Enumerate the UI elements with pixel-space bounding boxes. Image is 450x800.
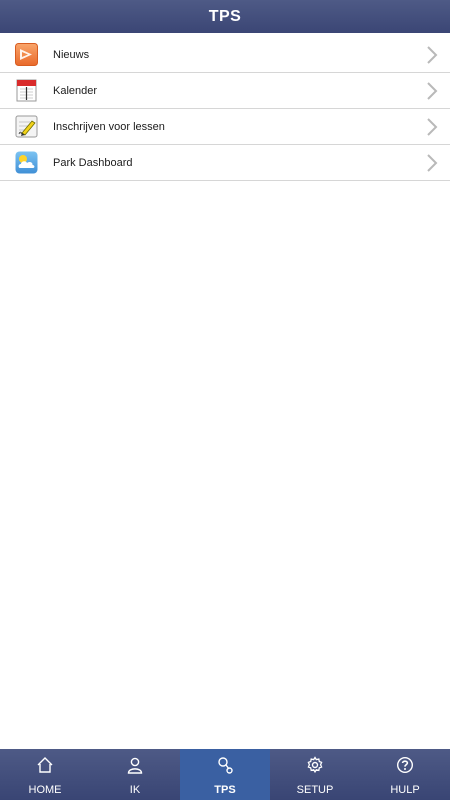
- tab-label: HULP: [390, 784, 420, 796]
- tab-label: IK: [129, 784, 141, 796]
- menu-item-park-dashboard[interactable]: Park Dashboard: [0, 145, 450, 181]
- tab-home[interactable]: HOME: [0, 749, 90, 800]
- signup-pencil-icon: [15, 115, 38, 138]
- tab-hulp[interactable]: HULP: [360, 749, 450, 800]
- menu-item-label: Nieuws: [53, 48, 90, 61]
- menu-item-label: Inschrijven voor lessen: [53, 120, 165, 133]
- tps-search-icon: [218, 757, 233, 774]
- tab-setup[interactable]: SETUP: [270, 749, 360, 800]
- chevron-right-icon: [427, 82, 438, 100]
- menu-list: Nieuws Kalender Inschrijven voor lessen …: [0, 37, 450, 181]
- app-screen: TPS Nieuws Kalender Inschrijven voor les…: [0, 0, 450, 800]
- bottom-tab-bar: HOME IK TPS SETUP HULP: [0, 749, 450, 800]
- home-icon: [37, 757, 53, 773]
- gear-icon: [307, 756, 323, 774]
- menu-item-kalender[interactable]: Kalender: [0, 73, 450, 109]
- menu-item-nieuws[interactable]: Nieuws: [0, 37, 450, 73]
- tab-label: SETUP: [296, 784, 334, 796]
- chevron-right-icon: [427, 154, 438, 172]
- tab-label: HOME: [28, 784, 62, 796]
- help-icon: [396, 756, 414, 774]
- page-title: TPS: [208, 7, 242, 25]
- tab-ik[interactable]: IK: [90, 749, 180, 800]
- menu-item-label: Park Dashboard: [53, 156, 133, 169]
- chevron-right-icon: [427, 118, 438, 136]
- user-icon: [127, 757, 143, 774]
- news-play-icon: [15, 43, 38, 66]
- menu-item-label: Kalender: [53, 84, 98, 97]
- tab-label: TPS: [214, 784, 236, 796]
- weather-cloud-icon: [15, 151, 38, 174]
- calendar-icon: [16, 79, 37, 102]
- title-bar: TPS: [0, 0, 450, 33]
- tab-tps[interactable]: TPS: [180, 749, 270, 800]
- chevron-right-icon: [427, 46, 438, 64]
- menu-item-inschrijven[interactable]: Inschrijven voor lessen: [0, 109, 450, 145]
